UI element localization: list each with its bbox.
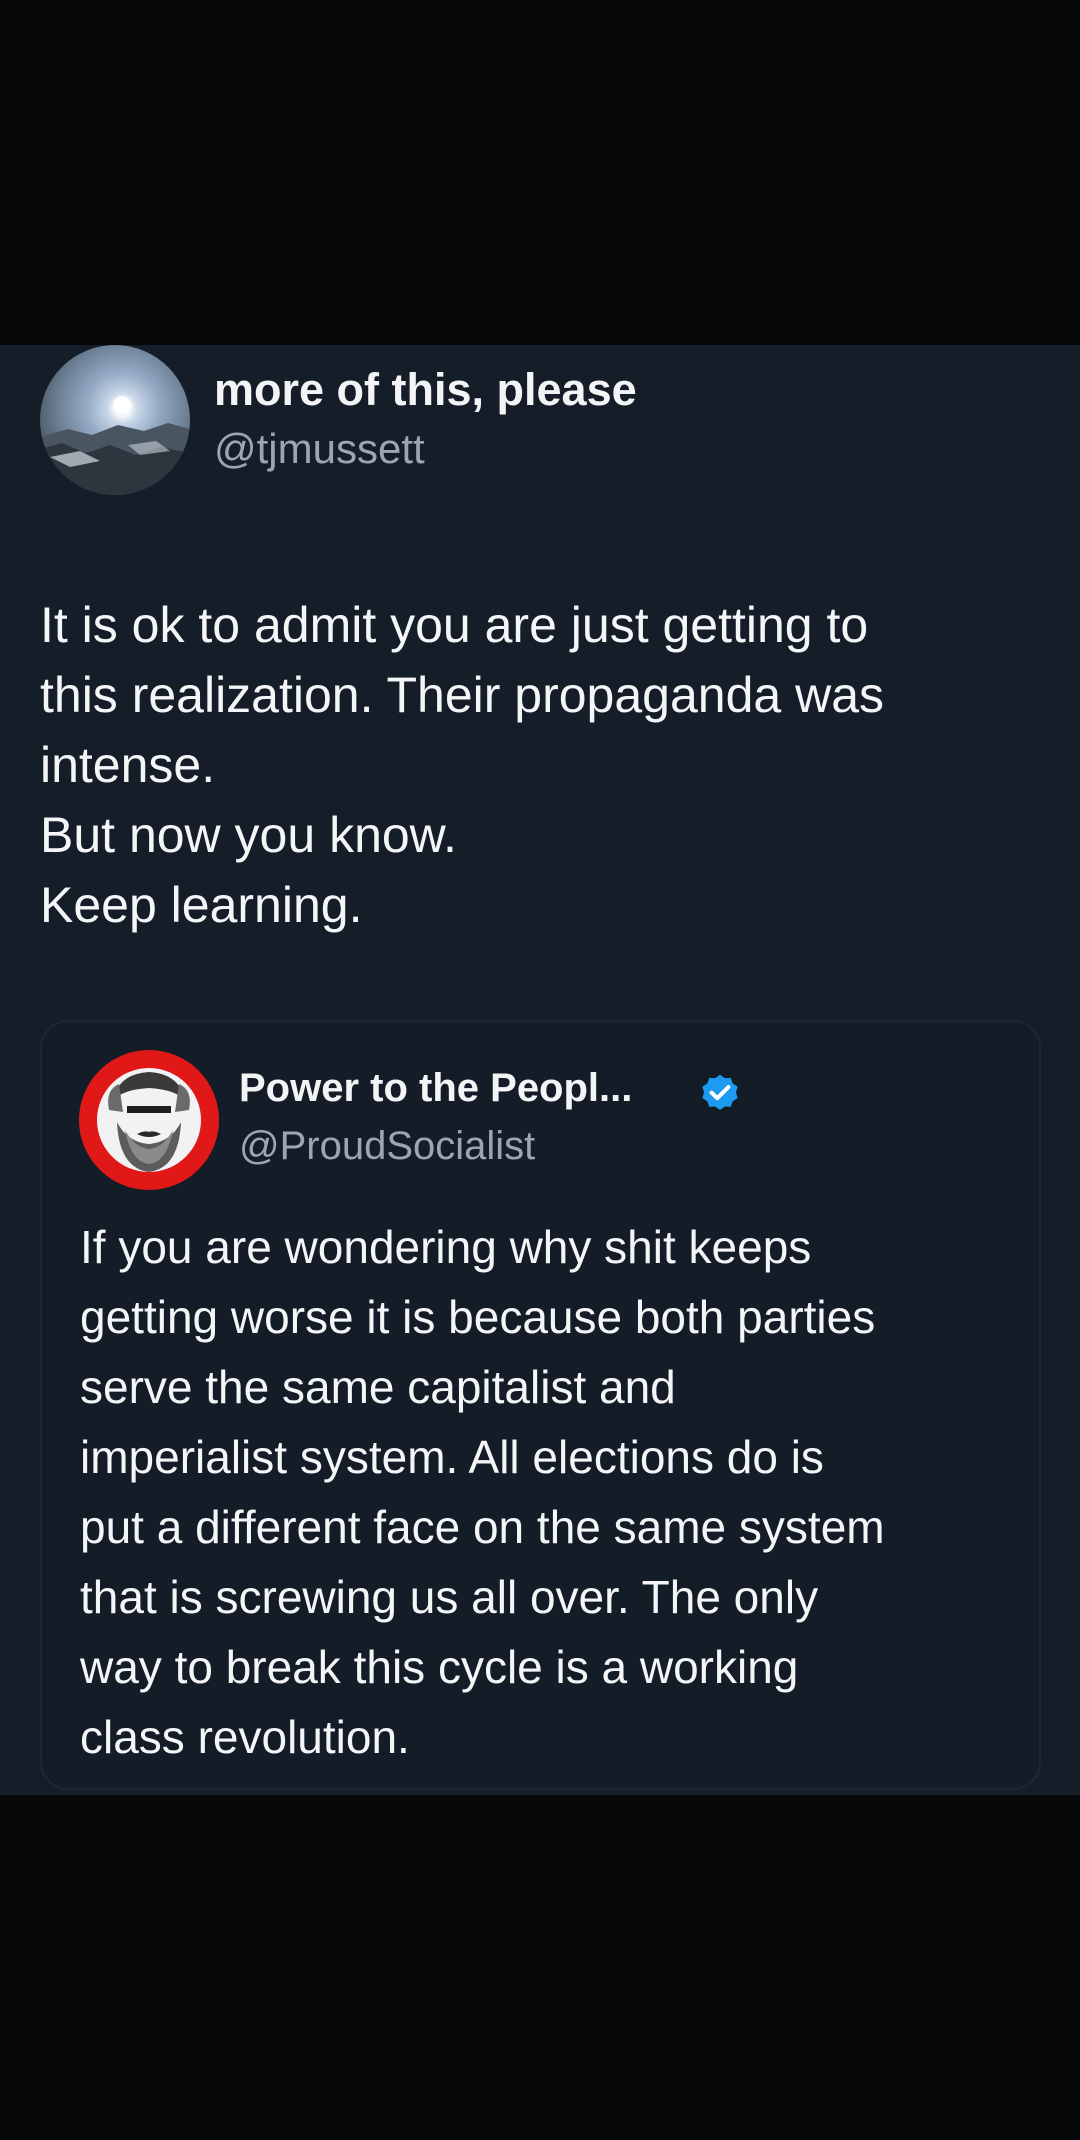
tweet-text-line: But now you know. <box>40 807 457 863</box>
quoted-author-handle[interactable]: @ProudSocialist <box>239 1124 535 1169</box>
quoted-text-line: If you are wondering why shit keeps <box>80 1221 812 1273</box>
quoted-text-line: way to break this cycle is a working <box>80 1641 799 1693</box>
author-avatar[interactable] <box>40 345 190 495</box>
quoted-text-line: class revolution. <box>80 1711 410 1763</box>
tweet-text-line: It is ok to admit you are just getting t… <box>40 597 869 653</box>
tweet-text: It is ok to admit you are just getting t… <box>40 590 1050 940</box>
quoted-author-avatar[interactable] <box>79 1050 219 1190</box>
quoted-tweet-text: If you are wondering why shit keeps gett… <box>80 1212 1020 1772</box>
verified-badge-icon <box>702 1074 738 1110</box>
quoted-text-line: that is screwing us all over. The only <box>80 1571 819 1623</box>
quoted-author-display-name[interactable]: Power to the Peopl... <box>239 1066 632 1111</box>
quoted-text-line: imperialist system. All elections do is <box>80 1431 824 1483</box>
quoted-text-line: serve the same capitalist and <box>80 1361 676 1413</box>
tweet-text-line: this realization. Their propaganda was <box>40 667 885 723</box>
author-handle[interactable]: @tjmussett <box>214 425 425 473</box>
bearded-portrait-avatar-icon <box>97 1068 201 1172</box>
bottom-letterbox <box>0 1795 1080 2140</box>
quoted-text-line: getting worse it is because both parties <box>80 1291 876 1343</box>
landscape-photo-avatar-icon <box>40 396 190 495</box>
author-display-name[interactable]: more of this, please <box>214 364 637 416</box>
quoted-text-line: put a different face on the same system <box>80 1501 885 1553</box>
top-letterbox <box>0 0 1080 345</box>
tweet-text-line: Keep learning. <box>40 877 363 933</box>
tweet-text-line: intense. <box>40 737 216 793</box>
